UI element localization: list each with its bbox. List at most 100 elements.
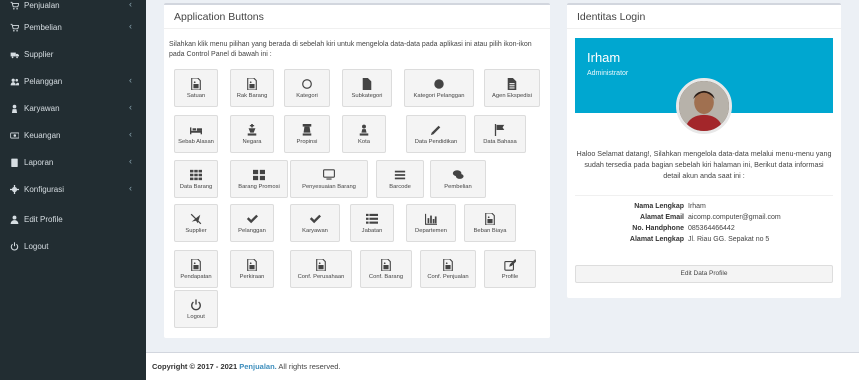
tile-label: Data Bahasa (483, 139, 517, 145)
application-buttons-intro: Silahkan klik menu pilihan yang berada d… (169, 41, 532, 58)
avatar-photo-icon (679, 81, 729, 131)
sidebar-item-label: Penjualan (24, 0, 60, 10)
bed-icon (189, 123, 203, 136)
tile-label: Conf. Perusahaan (297, 274, 345, 280)
check-icon (308, 212, 322, 225)
tile-data-barang[interactable]: Data Barang (174, 160, 218, 198)
application-buttons-title: Application Buttons (164, 5, 550, 29)
tile-karyawan[interactable]: Karyawan (290, 204, 340, 242)
tile-label: Perkiraan (239, 274, 265, 280)
tile-conf-penjualan[interactable]: Conf. Penjualan (420, 250, 476, 288)
tile-profile[interactable]: Profile (484, 250, 536, 288)
sidebar-item-pelanggan[interactable]: Pelanggan ‹ (0, 70, 146, 92)
image-file-icon (314, 258, 328, 271)
image-file-icon (379, 258, 393, 271)
tile-satuan[interactable]: Satuan (174, 69, 218, 107)
sidebar-item-konfigurasi[interactable]: Konfigurasi ‹ (0, 178, 146, 200)
tile-label: Conf. Barang (368, 274, 404, 280)
tile-label: Profile (501, 274, 519, 280)
tile-label: Satuan (186, 93, 206, 99)
tile-pembelian[interactable]: Pembelian (430, 160, 486, 198)
chevron-left-icon: ‹ (129, 21, 132, 31)
identitas-login-title: Identitas Login (567, 5, 841, 29)
tile-jabatan[interactable]: Jabatan (350, 204, 394, 242)
tile-label: Jabatan (361, 228, 383, 234)
tile-rak-barang[interactable]: Rak Barang (230, 69, 274, 107)
circle-icon (432, 77, 446, 90)
tile-pelanggan[interactable]: Pelanggan (230, 204, 274, 242)
tile-agen-ekspedisi[interactable]: Agen Ekspedisi (484, 69, 540, 107)
tile-logout[interactable]: Logout (174, 290, 218, 328)
footer-copyright: Copyright © 2017 - 2021 (152, 362, 238, 371)
image-file-icon (483, 212, 497, 225)
tile-barcode[interactable]: Barcode (376, 160, 424, 198)
cart-icon (9, 22, 19, 32)
tile-sebab-alasan[interactable]: Sebab Alasan (174, 115, 218, 153)
tile-subkategori[interactable]: Subkategori (342, 69, 392, 107)
tile-label: Agen Ekspedisi (492, 93, 532, 99)
tile-beban-biaya[interactable]: Beban Biaya (464, 204, 516, 242)
image-file-icon (189, 258, 203, 271)
tile-conf-perusahaan[interactable]: Conf. Perusahaan (290, 250, 352, 288)
chess-king-icon (245, 123, 259, 136)
user-tie-icon (9, 103, 19, 113)
tile-label: Rak Barang (236, 93, 268, 99)
tile-kategori[interactable]: Kategori (284, 69, 330, 107)
tile-label: Pelanggan (238, 228, 266, 234)
grid-icon (189, 168, 203, 181)
sidebar-item-label: Edit Profile (24, 214, 63, 224)
sidebar: Penjualan ‹ Pembelian ‹ Supplier Pelanggan ‹ Ka… (0, 0, 146, 380)
tile-conf-barang[interactable]: Conf. Barang (360, 250, 412, 288)
sidebar-item-penjualan[interactable]: Penjualan ‹ (0, 0, 146, 16)
gear-icon (9, 184, 19, 194)
tile-negara[interactable]: Negara (230, 115, 274, 153)
identitas-login-box: Identitas Login Irham Administrator Halo… (567, 3, 841, 298)
tile-label: Kategori (296, 93, 318, 99)
footer-app-link[interactable]: Penjualan. (239, 362, 277, 371)
power-icon (189, 298, 203, 311)
footer-rights: All rights reserved. (278, 362, 341, 371)
tile-perkiraan[interactable]: Perkiraan (230, 250, 274, 288)
tile-label: Kategori Pelanggan (413, 93, 465, 99)
tile-label: Pendapatan (180, 274, 212, 280)
detail-label: No. Handphone (632, 225, 684, 232)
tile-penyesuaian-barang[interactable]: Penyesuaian Barang (290, 160, 368, 198)
tile-departemen[interactable]: Departemen (406, 204, 456, 242)
comments-icon (451, 168, 465, 181)
tile-label: Logout (187, 314, 205, 320)
tile-barang-promosi[interactable]: Barang Promosi (230, 160, 288, 198)
sidebar-item-laporan[interactable]: Laporan ‹ (0, 151, 146, 173)
sidebar-item-label: Pelanggan (24, 76, 63, 86)
plane-slash-icon (189, 212, 203, 225)
check-icon (245, 212, 259, 225)
tile-data-pendidikan[interactable]: Data Pendidikan (406, 115, 466, 153)
profile-role: Administrator (587, 70, 629, 77)
sidebar-item-label: Karyawan (24, 103, 60, 113)
sidebar-item-edit-profile[interactable]: Edit Profile (0, 208, 146, 230)
circle-outline-icon (300, 77, 314, 90)
sidebar-item-supplier[interactable]: Supplier (0, 43, 146, 65)
user-icon (9, 214, 19, 224)
chevron-left-icon: ‹ (129, 183, 132, 193)
tile-label: Propinsi (296, 139, 318, 145)
detail-row: Alamat Lengkap Jl. Riau GG. Sepakat no 5 (575, 236, 833, 246)
tile-kategori-pelanggan[interactable]: Kategori Pelanggan (404, 69, 474, 107)
edit-profile-button[interactable]: Edit Data Profile (575, 265, 833, 283)
sidebar-item-pembelian[interactable]: Pembelian ‹ (0, 16, 146, 38)
tile-label: Barang Promosi (238, 184, 280, 190)
sidebar-item-logout[interactable]: Logout (0, 235, 146, 257)
tile-pendapatan[interactable]: Pendapatan (174, 250, 218, 288)
sidebar-item-label: Keuangan (24, 130, 61, 140)
tile-data-bahasa[interactable]: Data Bahasa (474, 115, 526, 153)
tile-propinsi[interactable]: Propinsi (284, 115, 330, 153)
tile-label: Barcode (389, 184, 411, 190)
tile-label: Subkategori (351, 93, 383, 99)
tile-label: Sebab Alasan (178, 139, 214, 145)
tile-label: Departemen (415, 228, 447, 234)
tile-label: Conf. Penjualan (427, 274, 469, 280)
sidebar-item-karyawan[interactable]: Karyawan ‹ (0, 97, 146, 119)
tile-kota[interactable]: Kota (342, 115, 386, 153)
tile-supplier[interactable]: Supplier (174, 204, 218, 242)
chevron-left-icon: ‹ (129, 0, 132, 9)
sidebar-item-keuangan[interactable]: Keuangan ‹ (0, 124, 146, 146)
